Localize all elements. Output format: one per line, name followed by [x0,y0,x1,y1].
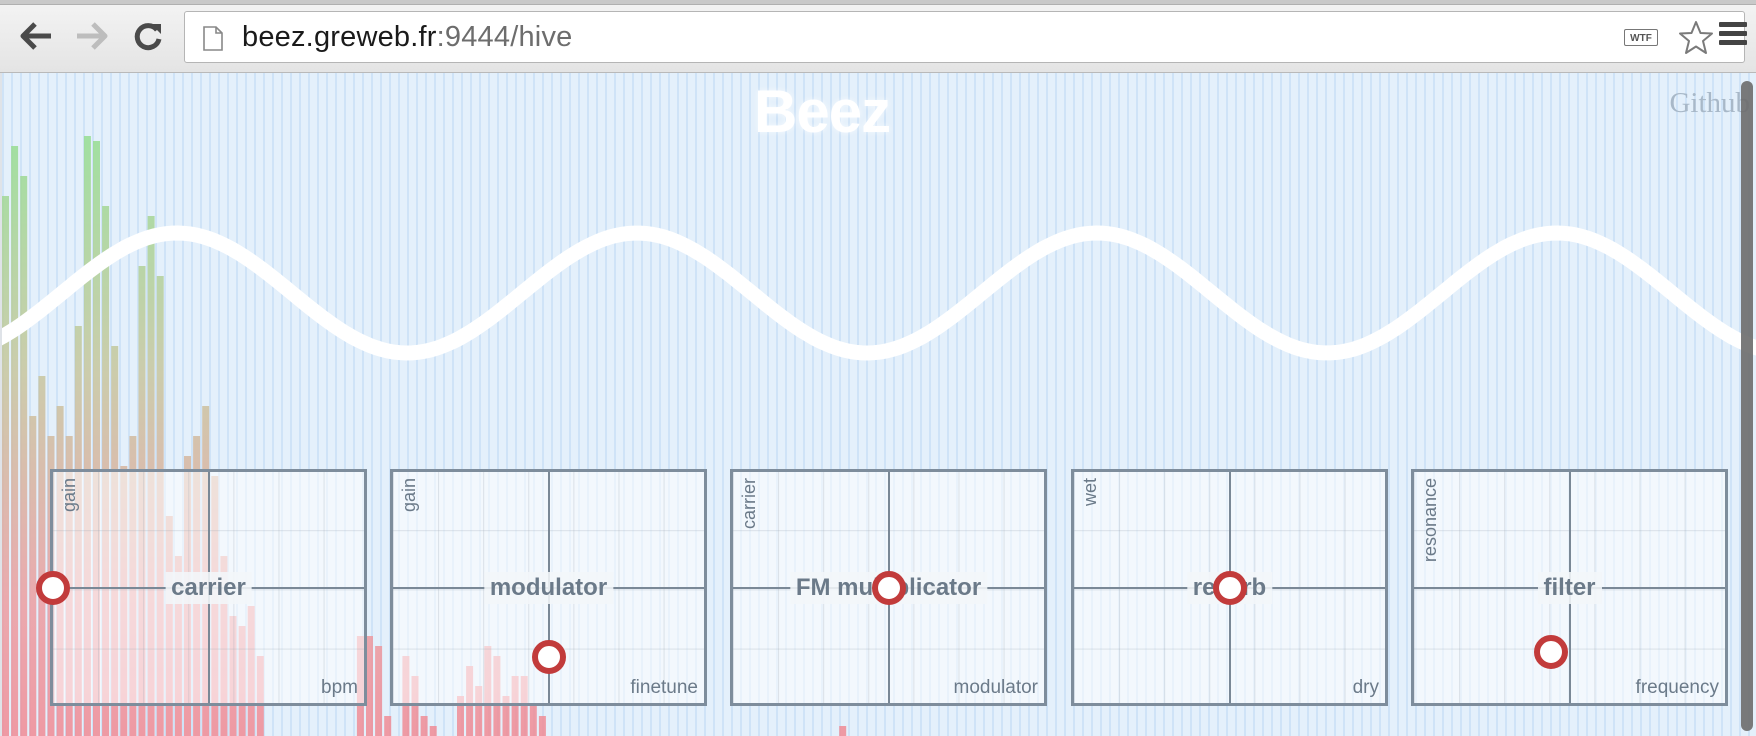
xy-pad-reverb[interactable]: wet dry reverb [1071,469,1388,706]
pad-x-label: dry [1352,677,1379,698]
pad-x-label: modulator [953,677,1039,698]
back-arrow-icon [20,22,51,50]
pad-x-label: bpm [321,677,358,698]
pad-title: carrier [165,571,252,604]
pad-y-label: wet [1080,478,1100,507]
forward-button[interactable] [72,16,112,56]
github-link[interactable]: Github [1669,87,1750,120]
url-path: :9444/hive [436,21,573,53]
forward-arrow-icon [77,22,108,50]
pad-title: modulator [483,571,614,604]
page-icon [203,26,223,51]
page-viewport: Beez Github gain bpm carrier gain finetu… [2,73,1756,736]
xy-pad-fm-multiplicator[interactable]: carrier modulator FM multiplicator [730,469,1047,706]
xy-pad-modulator[interactable]: gain finetune modulator [390,469,707,706]
pad-knob[interactable] [1212,570,1247,605]
tab-strip [0,0,1756,5]
pad-knob[interactable] [1533,635,1568,670]
menu-icon [1716,22,1750,45]
pad-knob[interactable] [36,570,70,605]
wtf-extension-icon[interactable]: WTF [1624,29,1658,46]
pad-y-label: gain [59,478,79,513]
star-icon[interactable] [1678,20,1714,56]
pad-x-label: frequency [1635,677,1719,698]
reload-icon [134,23,162,51]
waveform-line [2,225,1756,361]
pad-y-label: resonance [1420,478,1440,563]
app-title: Beez [754,78,891,145]
xy-pad-carrier[interactable]: gain bpm carrier [36,469,367,706]
xy-pad-filter[interactable]: resonance frequency filter [1411,469,1728,706]
pad-x-label: finetune [630,677,698,698]
scrollbar-thumb[interactable] [1741,81,1753,731]
address-bar[interactable]: beez.greweb.fr:9444/hive WTF [184,11,1745,63]
url-text[interactable]: beez.greweb.fr:9444/hive [242,21,572,54]
browser-menu-button[interactable] [1716,18,1750,54]
reload-button[interactable] [128,16,168,56]
back-button[interactable] [16,16,56,56]
pad-title: filter [1537,571,1602,604]
pad-y-label: gain [399,478,419,513]
browser-toolbar: beez.greweb.fr:9444/hive WTF [0,0,1756,73]
pad-knob[interactable] [871,570,906,605]
pad-knob[interactable] [531,639,566,674]
url-host: beez.greweb.fr [242,21,437,53]
pad-y-label: carrier [739,478,759,530]
